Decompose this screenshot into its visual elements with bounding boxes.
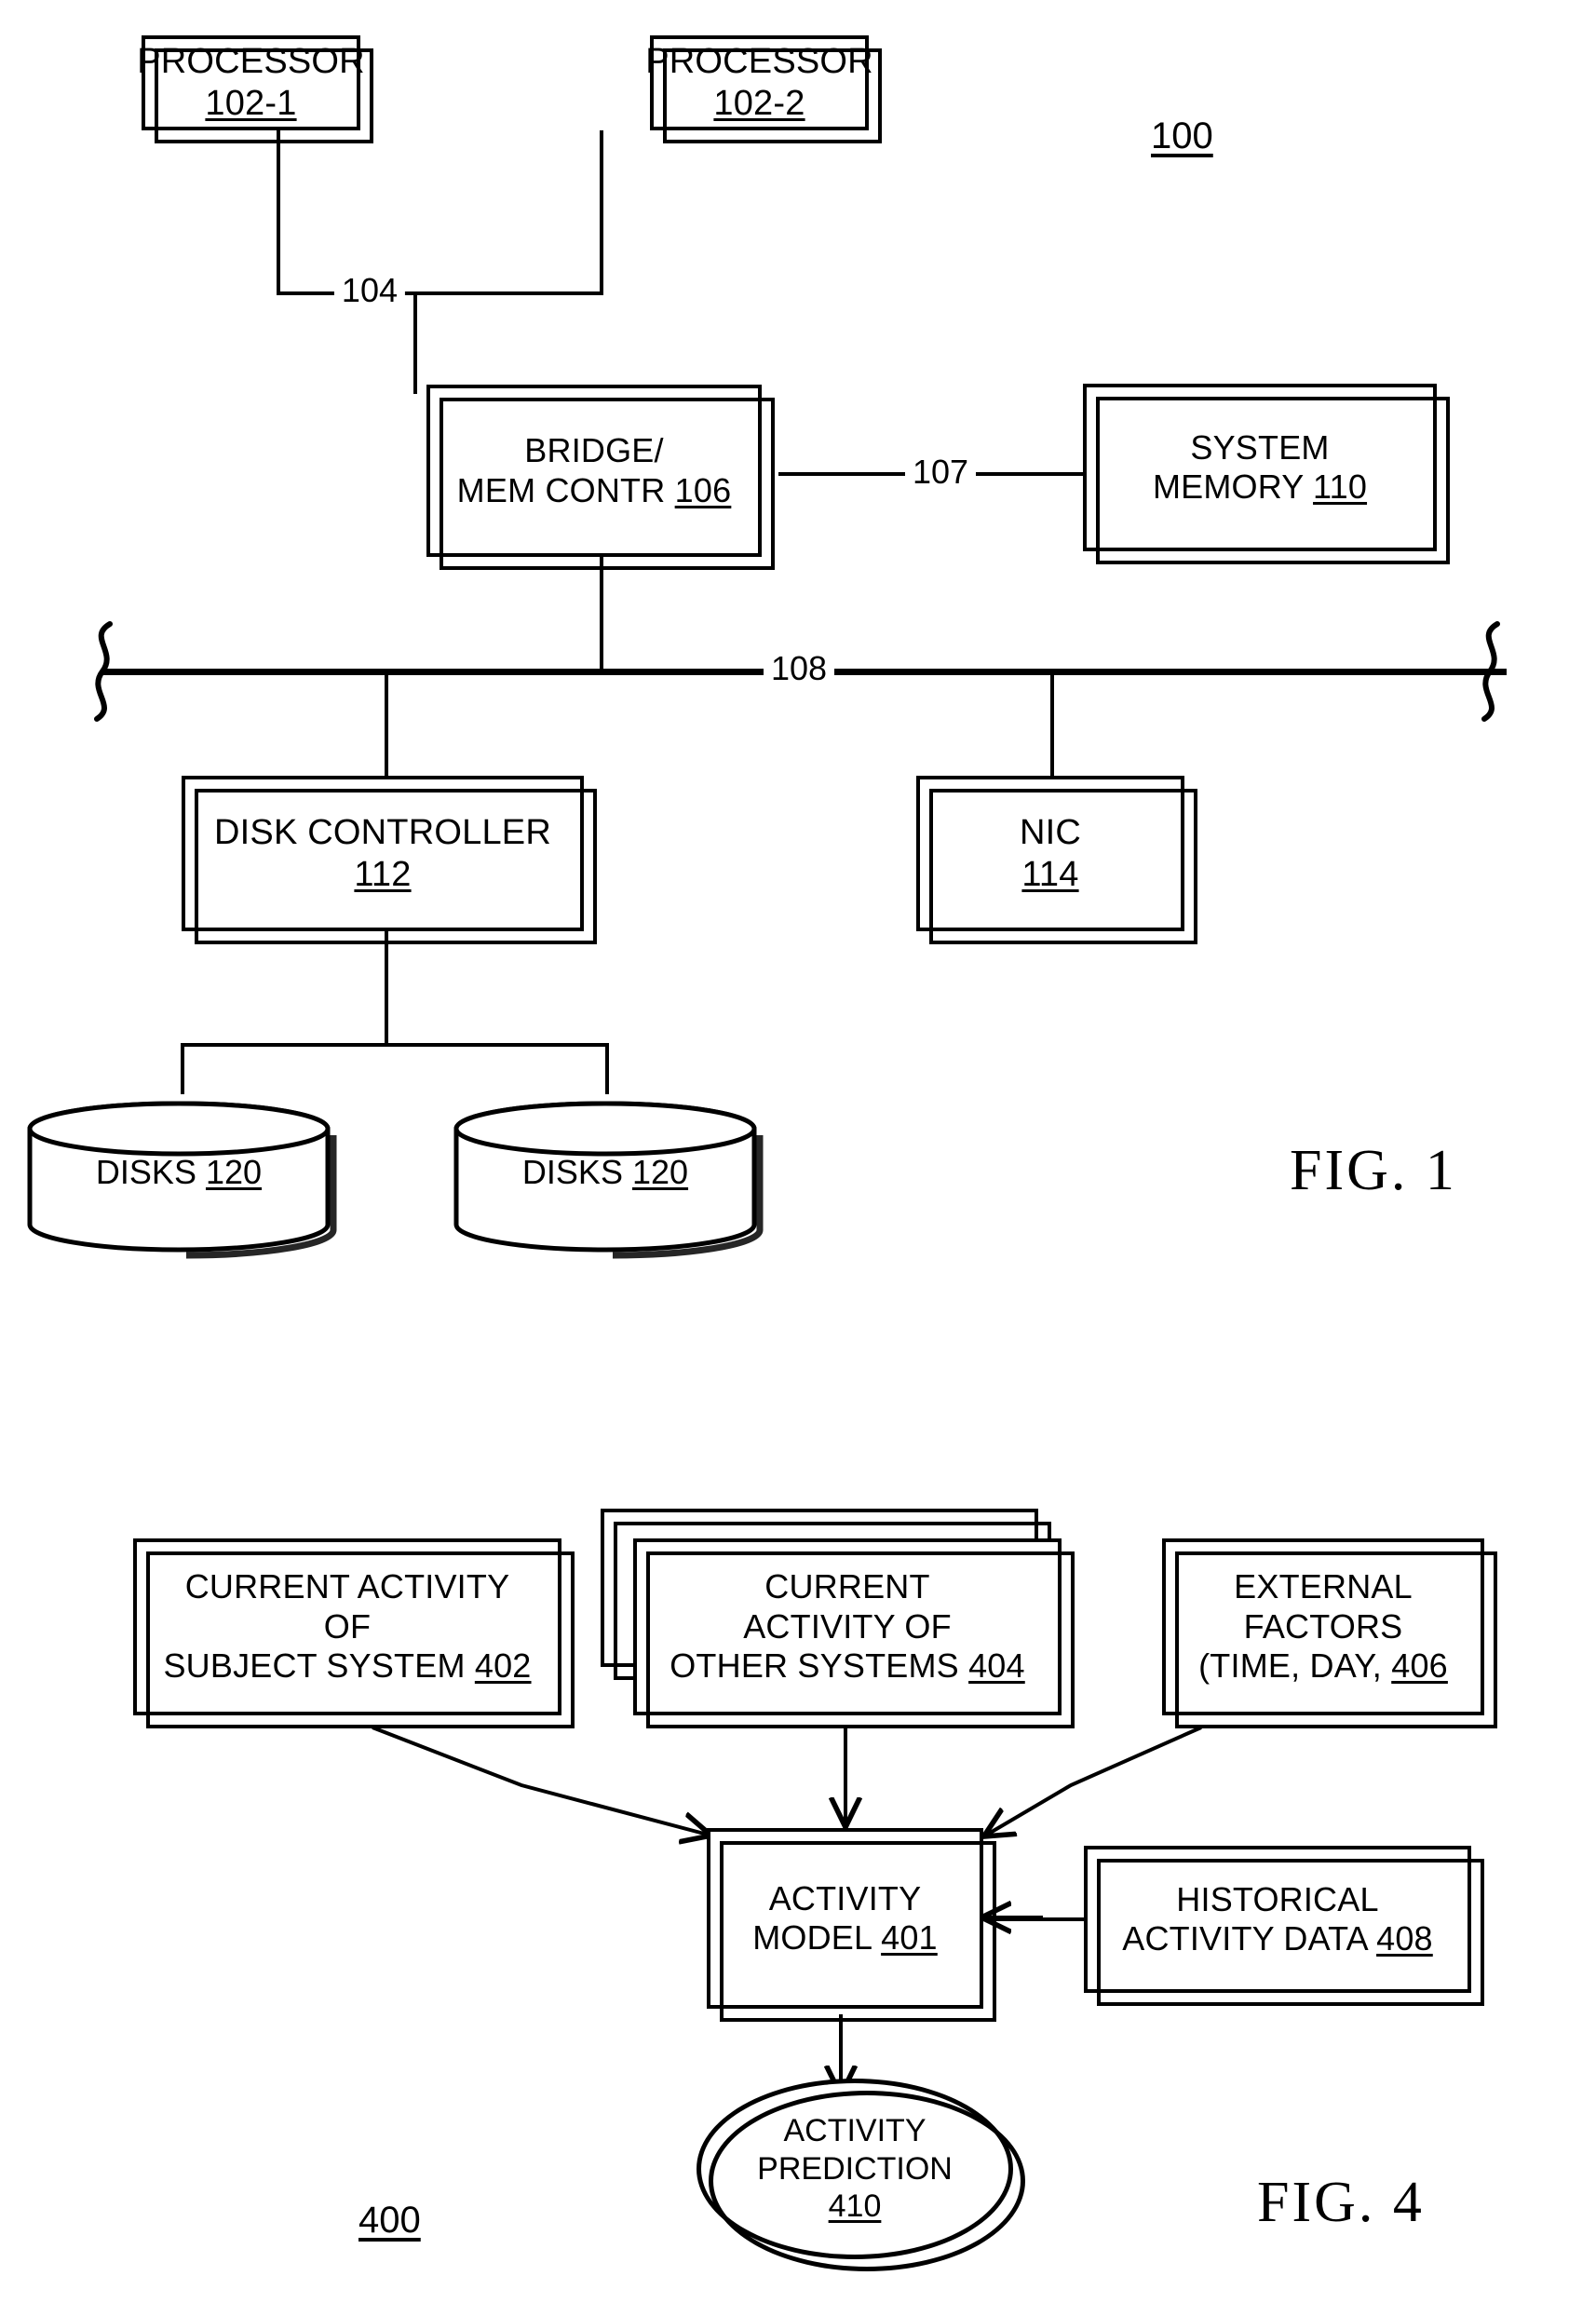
disk-controller-title: DISK CONTROLLER <box>214 812 551 852</box>
historical-activity-data-box[interactable]: HISTORICAL ACTIVITY DATA 408 <box>1084 1846 1484 2006</box>
processor-1-title: PROCESSOR <box>137 42 365 82</box>
connector-bridge-to-bus <box>600 557 603 672</box>
current-activity-other-line-2: ACTIVITY OF <box>743 1606 952 1646</box>
current-activity-subject-line-3: SUBJECT SYSTEM 402 <box>163 1646 531 1686</box>
processor-2-box[interactable]: PROCESSOR 102-2 <box>645 35 882 143</box>
patent-figure-sheet: PROCESSOR 102-1 PROCESSOR 102-2 100 104 … <box>0 0 1596 2303</box>
activity-model-ref: 401 <box>881 1918 938 1957</box>
processor-2-ref: 102-2 <box>713 84 805 123</box>
historical-activity-line-1: HISTORICAL <box>1176 1879 1379 1918</box>
connector-processor2-down <box>600 130 603 294</box>
disks-right-ref: 120 <box>631 1153 689 1191</box>
external-factors-line-3-text: (TIME, DAY, <box>1198 1646 1383 1686</box>
connector-to-disks-left <box>181 1043 184 1094</box>
historical-activity-line-2: ACTIVITY DATA 408 <box>1122 1919 1433 1958</box>
historical-activity-ref: 408 <box>1376 1919 1433 1958</box>
bridge-line-2-text: MEM CONTR <box>456 470 666 509</box>
ref-label-108: 108 <box>764 649 835 688</box>
connector-bus-to-nic <box>1050 669 1054 777</box>
processor-1-box[interactable]: PROCESSOR 102-1 <box>137 35 373 143</box>
external-factors-box[interactable]: EXTERNAL FACTORS (TIME, DAY, 406 <box>1162 1538 1497 1728</box>
bridge-ref: 106 <box>674 470 732 509</box>
current-activity-subject-line-3-text: SUBJECT SYSTEM <box>163 1646 466 1686</box>
bridge-mem-controller-box[interactable]: BRIDGE/ MEM CONTR 106 <box>426 385 775 570</box>
activity-model-line-1: ACTIVITY <box>768 1878 922 1917</box>
bridge-line-1: BRIDGE/ <box>524 431 664 470</box>
external-factors-line-1: EXTERNAL <box>1234 1567 1413 1606</box>
historical-activity-line-2-text: ACTIVITY DATA <box>1122 1919 1367 1958</box>
disk-controller-box[interactable]: DISK CONTROLLER 112 <box>182 776 597 944</box>
activity-model-line-2: MODEL 401 <box>752 1918 938 1958</box>
disks-left-ref: 120 <box>205 1153 263 1191</box>
nic-title: NIC <box>1019 812 1082 852</box>
activity-prediction-line-2: PREDICTION <box>757 2150 953 2187</box>
system-memory-ref: 110 <box>1313 467 1368 506</box>
current-activity-subject-line-1: CURRENT ACTIVITY <box>184 1567 510 1606</box>
disk-controller-ref: 112 <box>354 854 412 894</box>
connector-disks-horizontal <box>181 1043 609 1047</box>
current-activity-subject-line-2: OF <box>323 1606 372 1646</box>
system-memory-box[interactable]: SYSTEM MEMORY 110 <box>1083 384 1450 564</box>
current-activity-other-line-3: OTHER SYSTEMS 404 <box>670 1646 1025 1686</box>
current-activity-other-line-3-text: OTHER SYSTEMS <box>670 1646 959 1686</box>
ref-label-107: 107 <box>905 453 977 492</box>
activity-prediction-ellipse[interactable]: ACTIVITY PREDICTION 410 <box>697 2079 1025 2271</box>
disks-right-title: DISKS <box>521 1153 623 1191</box>
connector-104-to-bridge <box>413 291 417 394</box>
nic-ref: 114 <box>1021 854 1079 894</box>
arrow-external-to-model <box>987 1726 1202 1835</box>
system-memory-line-1: SYSTEM <box>1190 427 1330 467</box>
connector-disk-controller-down <box>385 931 388 1046</box>
disks-left-cylinder[interactable]: DISKS 120 <box>20 1094 337 1259</box>
nic-box[interactable]: NIC 114 <box>916 776 1197 944</box>
disks-right-label: DISKS 120 <box>447 1152 764 1192</box>
current-activity-subject-ref: 402 <box>474 1646 532 1686</box>
disks-left-label: DISKS 120 <box>20 1152 337 1192</box>
disks-right-cylinder[interactable]: DISKS 120 <box>447 1094 764 1259</box>
external-factors-ref: 406 <box>1391 1646 1448 1686</box>
current-activity-subject-box[interactable]: CURRENT ACTIVITY OF SUBJECT SYSTEM 402 <box>133 1538 575 1728</box>
disks-left-title: DISKS <box>95 1153 196 1191</box>
connector-to-disks-right <box>605 1043 609 1094</box>
current-activity-other-line-1: CURRENT <box>764 1567 930 1606</box>
activity-model-box[interactable]: ACTIVITY MODEL 401 <box>707 1828 996 2022</box>
processor-1-ref: 102-1 <box>205 84 297 123</box>
activity-prediction-line-1: ACTIVITY <box>783 2112 926 2148</box>
bridge-line-2: MEM CONTR 106 <box>457 471 732 510</box>
system-memory-line-2: MEMORY 110 <box>1153 467 1367 507</box>
external-factors-line-2: FACTORS <box>1243 1606 1403 1646</box>
current-activity-other-box[interactable]: CURRENT ACTIVITY OF OTHER SYSTEMS 404 <box>633 1538 1075 1728</box>
connector-processor1-down <box>277 130 280 294</box>
current-activity-other-ref: 404 <box>968 1646 1025 1686</box>
processor-2-title: PROCESSOR <box>645 42 873 82</box>
system-memory-line-2-text: MEMORY <box>1152 467 1304 506</box>
activity-prediction-ref: 410 <box>828 2188 882 2225</box>
activity-model-line-2-text: MODEL <box>752 1918 872 1957</box>
connector-historical-to-model <box>989 1917 1086 1921</box>
figure-4-caption: FIG. 4 <box>1257 2171 1425 2234</box>
figure-1-caption: FIG. 1 <box>1290 1139 1457 1202</box>
figure-4-system-number: 400 <box>358 2200 421 2241</box>
connector-bus-to-disk-controller <box>385 669 388 777</box>
connector-104-horizontal <box>277 291 603 295</box>
ref-label-104: 104 <box>333 271 405 310</box>
arrow-subject-to-model <box>372 1726 708 1835</box>
figure-1-system-number: 100 <box>1151 115 1213 156</box>
external-factors-line-3: (TIME, DAY, 406 <box>1198 1646 1448 1686</box>
